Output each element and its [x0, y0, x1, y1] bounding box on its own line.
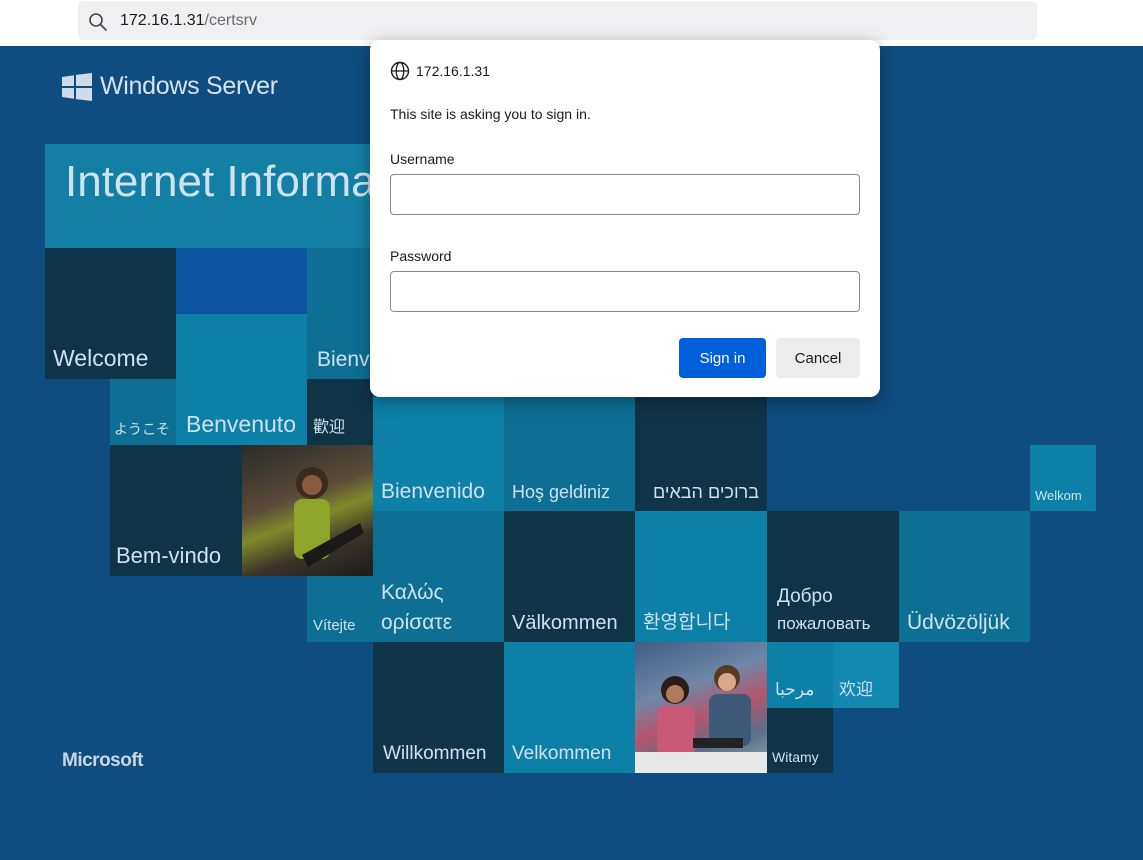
tile-label: Bienvenido — [381, 479, 485, 503]
windows-server-label: Windows Server — [100, 72, 278, 100]
photo-two-people-laptop — [635, 642, 767, 773]
tile-label: مرحبا — [775, 680, 815, 700]
tile-label: 환영합니다 — [643, 612, 731, 634]
tile-bienv: Bienv — [307, 248, 373, 379]
password-label: Password — [390, 248, 452, 264]
tile-welcome: Welcome — [45, 248, 176, 379]
url-host: 172.16.1.31 — [120, 12, 205, 29]
microsoft-logo: Microsoft — [62, 750, 144, 771]
tile-label: пожаловать — [777, 614, 871, 634]
tile-witamy: Witamy — [767, 708, 833, 773]
username-label: Username — [390, 151, 455, 167]
tile-label: Üdvözöljük — [907, 610, 1010, 634]
tile-label: ようこそ — [114, 420, 170, 437]
dialog-site-host: 172.16.1.31 — [416, 63, 490, 79]
username-input[interactable] — [390, 174, 860, 215]
cancel-button[interactable]: Cancel — [776, 338, 860, 378]
tile-label: ορίσατε — [381, 610, 453, 634]
tile-label: 欢迎 — [839, 680, 873, 700]
windows-server-logo: Windows Server — [62, 72, 278, 101]
iis-title: Internet Informa — [65, 157, 375, 206]
tile-udvozoljuk: Üdvözöljük — [899, 511, 1030, 642]
dialog-site: 172.16.1.31 — [390, 61, 490, 81]
tile-label: Welcome — [53, 344, 149, 371]
sign-in-button[interactable]: Sign in — [679, 338, 766, 378]
tile-label: Willkommen — [383, 743, 487, 765]
tile-blank — [176, 248, 307, 314]
tile-willkommen: Willkommen — [373, 642, 504, 773]
tile-dobro: Добро пожаловать — [767, 511, 899, 642]
tile-label: Witamy — [772, 748, 819, 765]
tile-label: Vítejte — [313, 616, 356, 634]
tile-welkom: Welkom — [1030, 445, 1096, 511]
sign-in-dialog: 172.16.1.31 This site is asking you to s… — [370, 40, 880, 397]
tile-valkommen: Välkommen — [504, 511, 635, 642]
address-url[interactable]: 172.16.1.31/certsrv — [120, 12, 257, 30]
search-icon — [89, 13, 107, 31]
password-input[interactable] — [390, 271, 860, 312]
tile-label: Welkom — [1035, 487, 1082, 503]
tile-hos-geldiniz: Hoş geldiniz — [504, 397, 635, 511]
url-path: /certsrv — [204, 12, 257, 29]
tile-bienvenido: Bienvenido — [373, 397, 504, 511]
tile-label: Välkommen — [512, 612, 618, 634]
tile-hebrew: ברוכים הבאים — [635, 397, 767, 511]
tile-label: Hoş geldiniz — [512, 482, 611, 503]
tile-velkommen: Velkommen — [504, 642, 635, 773]
dialog-message: This site is asking you to sign in. — [390, 106, 591, 122]
address-bar[interactable]: 172.16.1.31/certsrv — [78, 1, 1037, 40]
iis-title-tile: Internet Informa — [45, 144, 375, 248]
tile-bem-vindo: Bem-vindo — [110, 445, 242, 576]
tile-label: Benvenuto — [186, 410, 296, 437]
tile-youkoso: ようこそ — [110, 379, 176, 445]
tile-huanying-trad: 歡迎 — [307, 379, 373, 445]
tile-label: Bienv — [317, 347, 370, 371]
tile-label: Καλώς — [381, 580, 444, 604]
tile-label: 歡迎 — [313, 419, 346, 437]
tile-benvenuto: Benvenuto — [176, 314, 307, 445]
tile-label: ברוכים הבאים — [652, 482, 759, 503]
tile-label: Добро — [777, 586, 833, 608]
person-laptop-image — [294, 467, 364, 567]
photo-woman-laptop — [242, 445, 373, 576]
tile-huanying-simpl: 欢迎 — [833, 642, 899, 708]
tile-arabic: مرحبا — [767, 642, 833, 708]
globe-icon — [390, 61, 410, 81]
tile-kalos: Καλώς ορίσατε — [373, 511, 504, 642]
tile-label: Bem-vindo — [116, 542, 222, 568]
tile-label: Velkommen — [512, 743, 612, 765]
windows-logo-icon — [62, 72, 92, 101]
people-laptop-image — [635, 665, 767, 773]
tile-korean: 환영합니다 — [635, 511, 767, 642]
tile-vitejte: Vítejte — [307, 576, 373, 642]
